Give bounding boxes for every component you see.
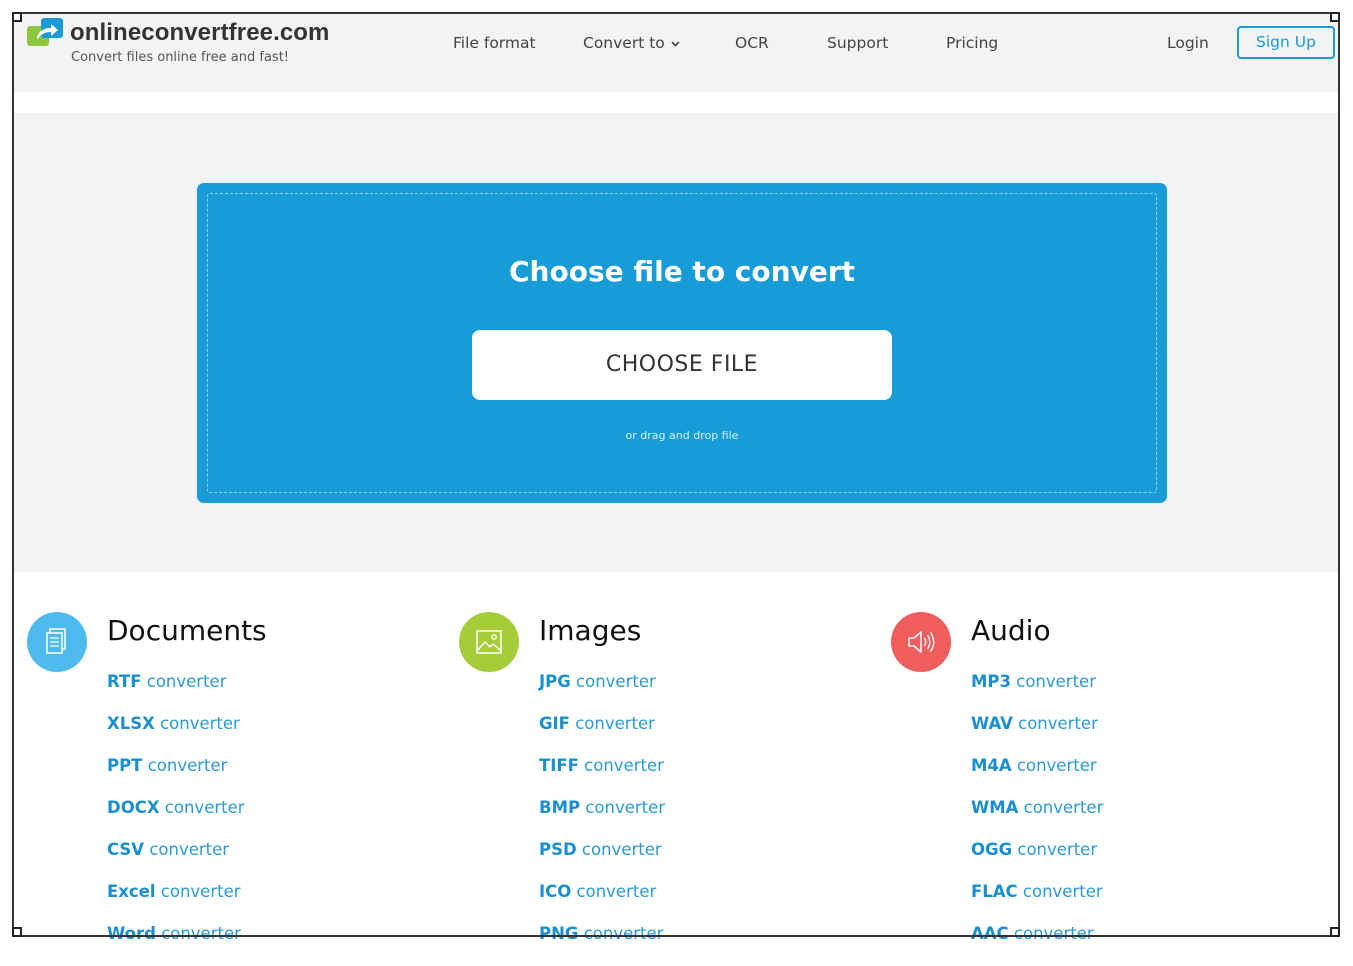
link-format: OGG [971, 840, 1013, 859]
image-icon [459, 612, 519, 672]
converter-link-png[interactable]: PNG converter [539, 924, 665, 966]
link-format: Word [107, 924, 156, 943]
converter-link-bmp[interactable]: BMP converter [539, 798, 665, 840]
link-suffix: converter [159, 798, 245, 817]
link-format: XLSX [107, 714, 155, 733]
converter-link-ico[interactable]: ICO converter [539, 882, 665, 924]
link-format: WAV [971, 714, 1013, 733]
converter-link-xlsx[interactable]: XLSX converter [107, 714, 245, 756]
nav-convert-to-label: Convert to [583, 34, 665, 52]
converter-link-rtf[interactable]: RTF converter [107, 672, 245, 714]
speaker-icon [891, 612, 951, 672]
converter-link-wma[interactable]: WMA converter [971, 798, 1103, 840]
frame-handle-top-left[interactable] [12, 12, 22, 22]
converter-link-mp3[interactable]: MP3 converter [971, 672, 1103, 714]
logo-icon[interactable] [27, 18, 63, 48]
link-format: ICO [539, 882, 572, 901]
link-format: CSV [107, 840, 145, 859]
link-format: M4A [971, 756, 1012, 775]
converter-link-aac[interactable]: AAC converter [971, 924, 1103, 966]
nav-file-format[interactable]: File format [453, 34, 536, 52]
converter-link-excel[interactable]: Excel converter [107, 882, 245, 924]
chevron-down-icon [671, 40, 680, 47]
nav-support[interactable]: Support [827, 34, 888, 52]
converter-link-word[interactable]: Word converter [107, 924, 245, 966]
link-suffix: converter [1012, 840, 1098, 859]
link-suffix: converter [580, 798, 666, 817]
link-suffix: converter [155, 882, 241, 901]
frame-handle-bottom-left[interactable] [12, 927, 22, 937]
category-title: Audio [971, 614, 1051, 647]
nav-convert-to[interactable]: Convert to [583, 34, 680, 52]
link-format: TIFF [539, 756, 579, 775]
upload-title: Choose file to convert [508, 255, 856, 288]
category-title: Documents [107, 614, 267, 647]
link-suffix: converter [578, 756, 664, 775]
nav-ocr[interactable]: OCR [735, 34, 769, 52]
link-suffix: converter [144, 840, 230, 859]
link-suffix: converter [576, 840, 662, 859]
link-format: MP3 [971, 672, 1011, 691]
link-format: BMP [539, 798, 581, 817]
link-suffix: converter [1011, 756, 1097, 775]
converter-link-flac[interactable]: FLAC converter [971, 882, 1103, 924]
link-suffix: converter [154, 714, 240, 733]
converter-link-jpg[interactable]: JPG converter [539, 672, 665, 714]
site-header: onlineconvertfree.com Convert files onli… [14, 14, 1339, 92]
link-suffix: converter [1017, 882, 1103, 901]
converter-link-csv[interactable]: CSV converter [107, 840, 245, 882]
link-suffix: converter [142, 756, 228, 775]
link-suffix: converter [141, 672, 227, 691]
nav-pricing[interactable]: Pricing [946, 34, 998, 52]
document-icon [27, 612, 87, 672]
frame-handle-top-right[interactable] [1330, 12, 1340, 22]
link-format: JPG [539, 672, 571, 691]
choose-file-button[interactable]: CHOOSE FILE [472, 330, 892, 400]
converter-link-ppt[interactable]: PPT converter [107, 756, 245, 798]
link-format: WMA [971, 798, 1019, 817]
link-format: PNG [539, 924, 579, 943]
category-links: RTF converter XLSX converter PPT convert… [107, 672, 245, 966]
converter-link-ogg[interactable]: OGG converter [971, 840, 1103, 882]
converter-link-docx[interactable]: DOCX converter [107, 798, 245, 840]
link-suffix: converter [1018, 798, 1104, 817]
link-suffix: converter [570, 672, 656, 691]
link-suffix: converter [1012, 714, 1098, 733]
link-suffix: converter [569, 714, 655, 733]
link-suffix: converter [571, 882, 657, 901]
brand-name[interactable]: onlineconvertfree.com [70, 19, 330, 47]
category-links: JPG converter GIF converter TIFF convert… [539, 672, 665, 966]
signup-button[interactable]: Sign Up [1237, 26, 1335, 59]
link-format: RTF [107, 672, 142, 691]
link-format: GIF [539, 714, 570, 733]
converter-link-wav[interactable]: WAV converter [971, 714, 1103, 756]
link-format: Excel [107, 882, 156, 901]
login-link[interactable]: Login [1167, 34, 1209, 52]
converter-link-gif[interactable]: GIF converter [539, 714, 665, 756]
drag-drop-hint: or drag and drop file [625, 429, 739, 442]
link-format: DOCX [107, 798, 160, 817]
link-format: PSD [539, 840, 577, 859]
converter-link-psd[interactable]: PSD converter [539, 840, 665, 882]
link-format: AAC [971, 924, 1009, 943]
converter-link-m4a[interactable]: M4A converter [971, 756, 1103, 798]
category-links: MP3 converter WAV converter M4A converte… [971, 672, 1103, 966]
link-suffix: converter [578, 924, 664, 943]
converter-link-tiff[interactable]: TIFF converter [539, 756, 665, 798]
file-dropzone[interactable]: Choose file to convert CHOOSE FILE or dr… [197, 183, 1167, 503]
link-format: FLAC [971, 882, 1018, 901]
link-suffix: converter [1008, 924, 1094, 943]
link-suffix: converter [1011, 672, 1096, 691]
brand-tagline: Convert files online free and fast! [71, 50, 290, 65]
link-suffix: converter [155, 924, 241, 943]
category-title: Images [539, 614, 642, 647]
link-format: PPT [107, 756, 143, 775]
frame-handle-bottom-right[interactable] [1330, 927, 1340, 937]
